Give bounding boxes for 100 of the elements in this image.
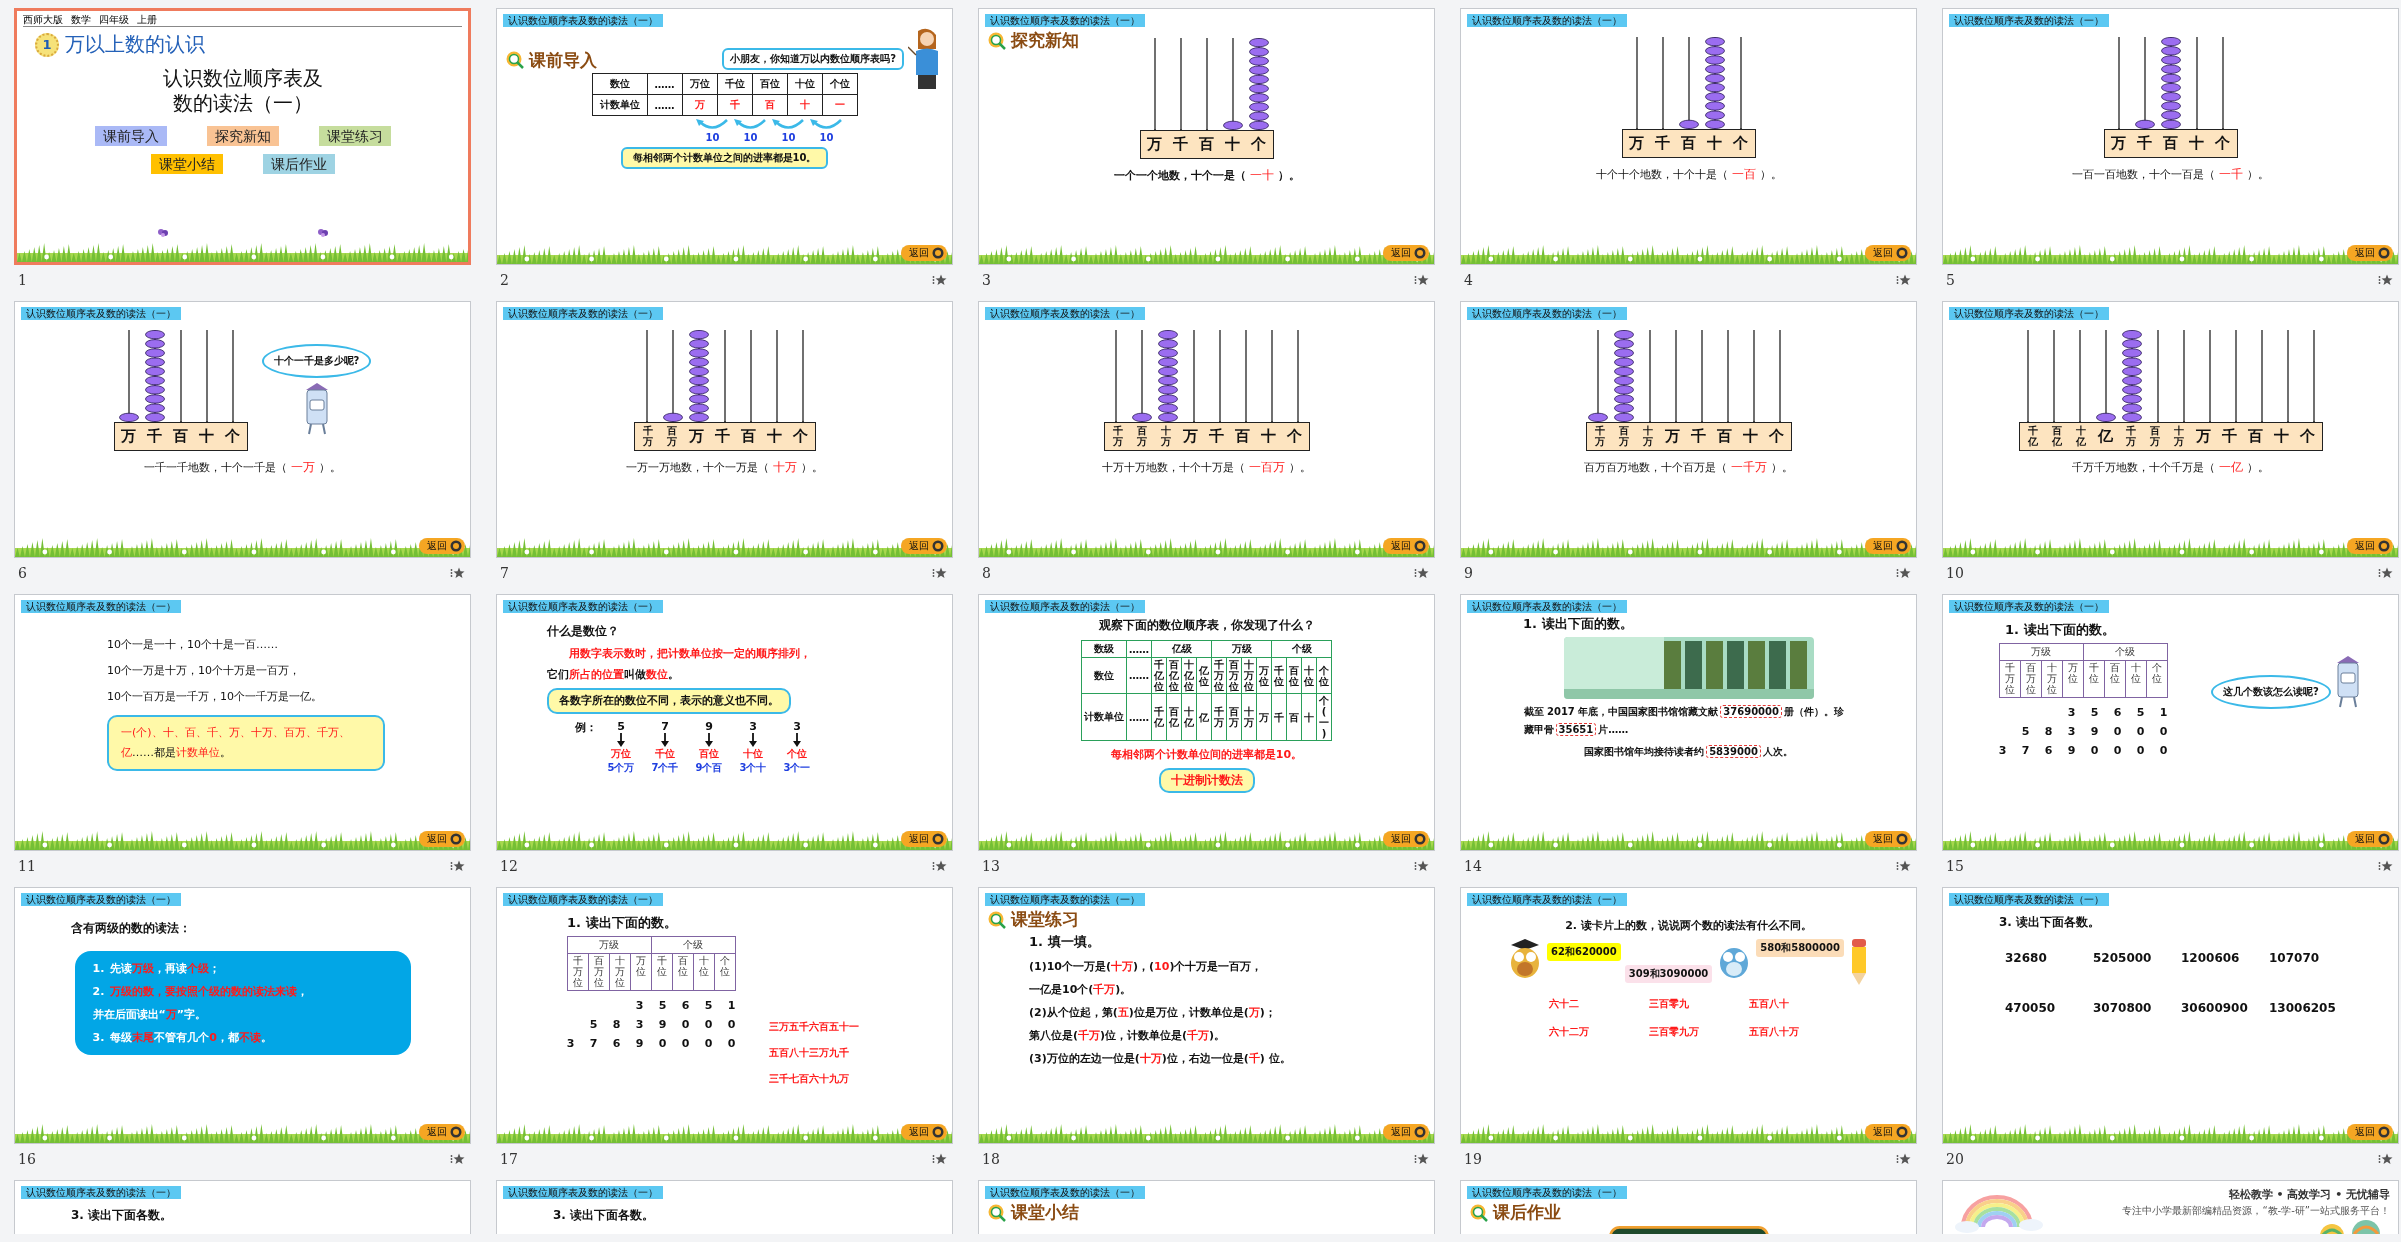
place-name: 万位 <box>611 747 631 761</box>
place-label: 千万 <box>642 425 653 448</box>
exercise-title: 1. 读出下面的数。 <box>2005 621 2116 639</box>
slide-thumbnail[interactable]: 认识数位顺序表及数的读法（一） 1. 读出下面的数。 截至 2017 年底，中国国家图书馆馆藏文献 37690000 册（件）。珍藏甲骨 35651 片…… 国家图书馆年均接待读者约 5839000 人次。 返回 <box>1460 594 1917 851</box>
slide-thumbnail[interactable]: 认识数位顺序表及数的读法（一） 课堂练习 1. 填一填。 (1)10个一万是(十万)，(10)个十万是一百万， 一亿是10个(千万)。 (2)从个位起，第(五)位是万位，计数单位是(万)； 第八位是(千万)位，计数单位是(千万)。 (3)万位的左边一位是(十万)位，右边一位是(千) 位。 返回 <box>978 887 1435 1144</box>
digit: 5 <box>588 1018 599 1031</box>
digit: 5 <box>657 999 668 1012</box>
flower-icon <box>316 228 329 238</box>
slide-thumbnail[interactable]: 轻松教学 • 高效学习 • 无忧辅导 专注中小学最新部编精品资源，“教-学-研”一站式服务平台！ <box>1942 1180 2399 1234</box>
table-cell: 十位 <box>1304 664 1314 687</box>
slide-thumbnail[interactable]: 认识数位顺序表及数的读法（一） 探究新知 万 千 百 十 个 一个一个地数，十个一是（ 一十 ）。 返回 <box>978 8 1435 265</box>
lesson-tag: 认识数位顺序表及数的读法（一） <box>503 893 663 906</box>
back-button[interactable]: 返回 <box>1383 538 1429 554</box>
lesson-tag: 认识数位顺序表及数的读法（一） <box>1467 1186 1627 1199</box>
digit: 3 <box>1997 744 2008 757</box>
slide-thumbnail[interactable]: 认识数位顺序表及数的读法（一） 课堂小结 <box>978 1180 1435 1234</box>
sentence: 一个一个地数，十个一是（ 一十 ）。 <box>1113 166 1300 184</box>
circle-icon <box>1896 540 1908 552</box>
slide-thumbnail[interactable]: 认识数位顺序表及数的读法（一） 3. 读出下面各数。 32680 5205000 1200606 107070 470050 3070800 30600900 13006205 返回 <box>1942 887 2399 1144</box>
place-label: 十 <box>2273 426 2290 447</box>
digit: 9 <box>705 720 713 733</box>
back-button[interactable]: 返回 <box>1865 831 1911 847</box>
back-button[interactable]: 返回 <box>1383 1124 1429 1140</box>
place-label: 千 <box>2221 426 2238 447</box>
slide-thumbnail[interactable]: 认识数位顺序表及数的读法（一） 千万 百万 十万 万 千 百 十 个 十万十万地数，十个十万是（ 一百万 ）。 返回 <box>978 301 1435 558</box>
table-cell: 百 <box>752 94 787 116</box>
circle-icon <box>450 833 462 845</box>
back-button[interactable]: 返回 <box>2347 245 2393 261</box>
back-button[interactable]: 返回 <box>419 538 465 554</box>
star-icon <box>932 274 947 286</box>
lesson-tag: 认识数位顺序表及数的读法（一） <box>503 307 663 320</box>
back-button[interactable]: 返回 <box>901 831 947 847</box>
slide-number: 19 <box>1464 1151 1482 1167</box>
digit: 6 <box>611 1037 622 1050</box>
slide-thumbnail[interactable]: 认识数位顺序表及数的读法（一） 10个一是一十，10个十是一百…… 10个一万是十万，10个十万是一百万， 10个一百万是一千万，10个一千万是一亿。 一(个)、十、百、千、万、十万、百万、千万、亿……都是计数单位。 返回 <box>14 594 471 851</box>
slide-thumbnail[interactable]: 认识数位顺序表及数的读法（一） 观察下面的数位顺序表，你发现了什么？ 数级 …… 亿级 万级 个级 数位 …… 千亿位 百亿位 十亿位 亿位 千万位 百万位 十万位 万位 千位 百位 十位 个位 计数单位 …… 千亿 百亿 十亿 亿 千万 百万 十万 万 千 百 十 个(一) 每相邻两个计数单位间的进率都是10。 十进制计数法 返回 <box>978 594 1435 851</box>
place-label: 个 <box>1732 133 1749 154</box>
back-button[interactable]: 返回 <box>901 245 947 261</box>
back-button[interactable]: 返回 <box>2347 1124 2393 1140</box>
slide-number: 8 <box>982 565 991 581</box>
slide-thumbnail[interactable]: 认识数位顺序表及数的读法（一） 什么是数位？ 用数字表示数时，把计数单位按一定的顺序排列， 它们所占的位置叫做数位。 各数字所在的数位不同，表示的意义也不同。 例： 5 万位 5个万 7 千位 7个千 9 百位 9个百 3 十位 3个十 3 个位 3个一 返回 <box>496 594 953 851</box>
back-button[interactable]: 返回 <box>1383 831 1429 847</box>
slide-thumbnail[interactable]: 认识数位顺序表及数的读法（一） 千万 百万 十万 万 千 百 十 个 百万百万地数，十个百万是（ 一千万 ）。 返回 <box>1460 301 1917 558</box>
table-cell: 百亿位 <box>1169 659 1179 692</box>
table-cell: 万 <box>1259 711 1269 723</box>
back-button[interactable]: 返回 <box>1865 1124 1911 1140</box>
table-cell: 个级 <box>2083 643 2167 661</box>
rate-label: 10 <box>743 132 758 143</box>
back-button[interactable]: 返回 <box>901 1124 947 1140</box>
back-button[interactable]: 返回 <box>1383 245 1429 261</box>
table-cell: 百位 <box>1289 664 1299 687</box>
table-cell: 万级 <box>1999 643 2083 661</box>
table-cell: 个级 <box>1271 640 1332 658</box>
back-button[interactable]: 返回 <box>1865 538 1911 554</box>
section-link[interactable]: 课后作业 <box>262 154 335 174</box>
place-label: 千 <box>1172 134 1189 155</box>
slide-thumbnail[interactable]: 认识数位顺序表及数的读法（一） 3. 读出下面各数。 <box>14 1180 471 1234</box>
back-button[interactable]: 返回 <box>2347 831 2393 847</box>
slide-thumbnail[interactable]: 认识数位顺序表及数的读法（一） 万 千 百 十 个 一百一百地数，十个一百是（ 一千 ）。 返回 <box>1942 8 2399 265</box>
digit: 9 <box>2089 725 2100 738</box>
slide-thumbnail[interactable]: 认识数位顺序表及数的读法（一） 1. 读出下面的数。 万级 个级 千万位 百万位 十万位 万位 千位 百位 十位 个位 3 5 6 5 1 5 8 3 9 0 0 0 3 7 6 9 0 0 0 0 三万五千六百五十一 五百八十三万九千 三千七百六十九万 返回 <box>496 887 953 1144</box>
exercise-line: (2)从个位起，第(五)位是万位，计数单位是(万)； <box>1029 1005 1276 1020</box>
slide-thumbnail[interactable]: 认识数位顺序表及数的读法（一） 万 千 百 十 个 十个一千是多少呢? 一千一千地数，十个一千是（ 一万 ）。 返回 <box>14 301 471 558</box>
back-button[interactable]: 返回 <box>2347 538 2393 554</box>
section-link[interactable]: 课前导入 <box>94 126 167 146</box>
digit: 5 <box>2135 706 2146 719</box>
slide-thumbnail[interactable]: 认识数位顺序表及数的读法（一） 千亿 百亿 十亿 亿 千万 百万 十万 万 千 百 十 个 千万千万地数，十个千万是（ 一亿 ）。 返回 <box>1942 301 2399 558</box>
slide-number: 11 <box>18 858 36 874</box>
section-link[interactable]: 课堂小结 <box>150 154 223 174</box>
reading: 三百零九 <box>1648 997 1690 1011</box>
back-button[interactable]: 返回 <box>419 1124 465 1140</box>
table-cell: 百万 <box>1229 706 1239 728</box>
slide-thumbnail[interactable]: 认识数位顺序表及数的读法（一） 万 千 百 十 个 十个十个地数，十个十是（ 一百 ）。 返回 <box>1460 8 1917 265</box>
slide-thumbnail[interactable]: 认识数位顺序表及数的读法（一） 课后作业 <box>1460 1180 1917 1234</box>
place-label: 个 <box>1250 134 1267 155</box>
digit: 6 <box>2043 744 2054 757</box>
slide-thumbnail[interactable]: 认识数位顺序表及数的读法（一） 2. 读卡片上的数，说说两个数的读法有什么不同。 62和620000 309和3090000 580和5800000 六十二 三百零九 五百八十 六十二万 三百零九万 五百八十万 返回 <box>1460 887 1917 1144</box>
note-box: 十进制计数法 <box>1158 768 1255 793</box>
section-link[interactable]: 探究新知 <box>206 126 279 146</box>
back-button[interactable]: 返回 <box>901 538 947 554</box>
slide-thumbnail[interactable]: 认识数位顺序表及数的读法（一） 3. 读出下面各数。 <box>496 1180 953 1234</box>
slide-thumbnail[interactable]: 认识数位顺序表及数的读法（一） 1. 读出下面的数。 万级 个级 千万位 百万位 十万位 万位 千位 百位 十位 个位 3 5 6 5 1 5 8 3 9 0 0 0 3 7 6 9 0 0 0 0 这几个数该怎么读呢? 返回 <box>1942 594 2399 851</box>
circle-icon <box>932 540 944 552</box>
place-label: 十万 <box>1160 425 1171 448</box>
digit: 5 <box>703 999 714 1012</box>
place-label: 百亿 <box>2051 425 2062 448</box>
slide-thumbnail[interactable]: 西师大版 数学 四年级 上册 1 万以上数的认识 认识数位顺序表及 数的读法（一） 课前导入 探究新知 课堂练习 课堂小结 课后作业 <box>14 8 471 265</box>
slide-thumbnail[interactable]: 认识数位顺序表及数的读法（一） 千万 百万 万 千 百 十 个 一万一万地数，十个一万是（ 十万 ）。 返回 <box>496 301 953 558</box>
slide-thumbnail[interactable]: 认识数位顺序表及数的读法（一） 含有两级的数的读法： 1. 先读万级，再读个级； 2. 万级的数，要按照个级的数的读法来读， 并在后面读出“万”字。 3. 每级末尾不管有几个0，都不读。 返回 <box>14 887 471 1144</box>
section-link[interactable]: 课堂练习 <box>318 126 391 146</box>
digit: 3 <box>749 720 757 733</box>
number-card: 309和3090000 <box>1624 965 1713 983</box>
table-cell-text: 个位 <box>719 955 730 979</box>
slide-thumbnail[interactable]: 认识数位顺序表及数的读法（一） 课前导入 小朋友，你知道万以内数位顺序表吗? 数位 …… 万位 千位 百位 十位 个位 计数单位 …… 万 千 百 十 一 10 10 10 10 每相邻两个计数单位之间的进率都是10。 返回 <box>496 8 953 265</box>
back-button[interactable]: 返回 <box>1865 245 1911 261</box>
slide-number: 10 <box>1946 565 1964 581</box>
back-button[interactable]: 返回 <box>419 831 465 847</box>
lesson-tag: 认识数位顺序表及数的读法（一） <box>21 1186 181 1199</box>
exercise-line: 一亿是10个(千万)。 <box>1029 982 1132 997</box>
star-icon <box>1896 274 1911 286</box>
